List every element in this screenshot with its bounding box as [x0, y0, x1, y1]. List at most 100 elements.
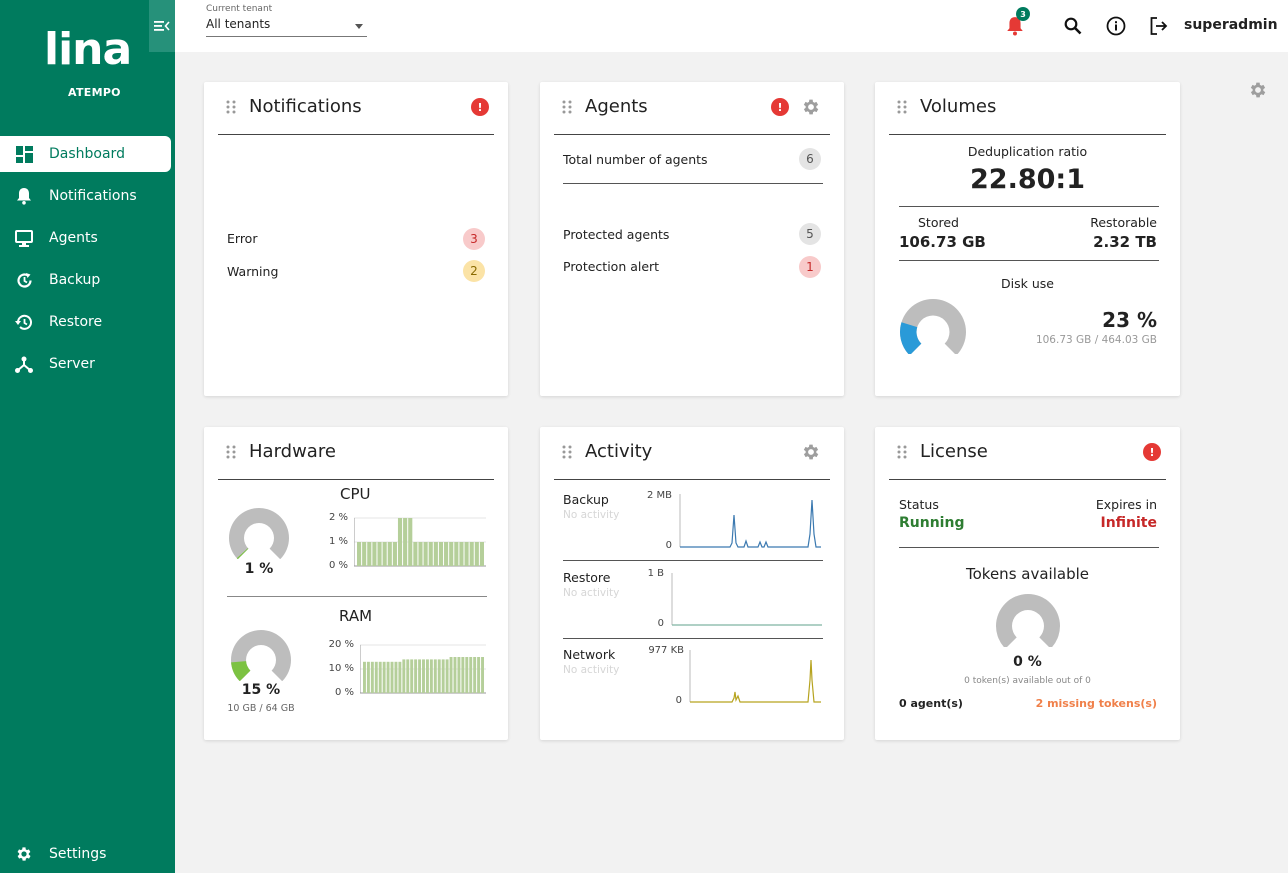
expires-value: Infinite	[1100, 515, 1157, 531]
search-button[interactable]	[1061, 14, 1085, 38]
gear-icon[interactable]	[801, 97, 821, 117]
warning-label[interactable]: Warning	[227, 264, 278, 279]
drag-handle-icon[interactable]	[562, 100, 572, 114]
divider	[899, 260, 1159, 261]
disk-use-detail: 106.73 GB / 464.03 GB	[1035, 334, 1157, 346]
restorable-label: Restorable	[1090, 215, 1157, 230]
gauge-fill	[231, 661, 251, 681]
chart-bar	[413, 542, 418, 566]
logout-button[interactable]	[1147, 14, 1171, 38]
disk-use-percent: 23 %	[1102, 308, 1157, 332]
status-label: Status	[899, 497, 939, 512]
dashboard-settings-button[interactable]	[1248, 80, 1268, 104]
chart-bar	[394, 661, 398, 693]
gauge-track	[996, 593, 1060, 647]
sidebar-item-label: Settings	[49, 846, 107, 862]
backup-icon	[15, 271, 33, 289]
chart-bar	[444, 542, 449, 566]
tenant-selector[interactable]: Current tenant All tenants	[206, 4, 367, 37]
sidebar-item-notifications[interactable]: Notifications	[0, 178, 175, 214]
ram-axis-label: 10 %	[328, 663, 354, 674]
stored-value: 106.73 GB	[899, 233, 986, 251]
sidebar-item-dashboard[interactable]: Dashboard	[0, 136, 171, 172]
sidebar-item-label: Backup	[49, 272, 101, 288]
divider	[899, 547, 1159, 548]
sidebar-item-restore[interactable]: Restore	[0, 304, 175, 340]
chart-bar	[377, 542, 382, 566]
cpu-title: CPU	[340, 485, 371, 503]
chart-bar	[469, 542, 474, 566]
chart-bar	[397, 518, 403, 566]
card-title: Activity	[585, 441, 653, 462]
chart-bar	[410, 659, 414, 693]
missing-tokens[interactable]: 2 missing tokens(s)	[1036, 697, 1157, 710]
sidebar-item-label: Server	[49, 356, 95, 372]
notification-badge: 3	[1016, 7, 1030, 21]
tenant-label: Current tenant	[206, 4, 273, 14]
drag-handle-icon[interactable]	[897, 100, 907, 114]
chart-bar	[370, 661, 374, 693]
card-header: Volumes	[889, 82, 1166, 135]
drag-handle-icon[interactable]	[226, 100, 236, 114]
chart-bar	[367, 542, 372, 566]
divider	[899, 206, 1159, 207]
card-title: Volumes	[920, 96, 997, 117]
warning-count-badge: 2	[463, 260, 485, 282]
sidebar-item-settings[interactable]: Settings	[0, 836, 106, 872]
gauge-track	[229, 508, 289, 559]
gear-icon	[15, 845, 33, 863]
sidebar-item-server[interactable]: Server	[0, 346, 175, 382]
bell-icon	[15, 187, 33, 205]
sidebar-item-backup[interactable]: Backup	[0, 262, 175, 298]
total-agents-label[interactable]: Total number of agents	[563, 152, 708, 167]
card-header: License !	[889, 427, 1166, 480]
chart-bar	[363, 661, 366, 693]
drag-handle-icon[interactable]	[226, 445, 236, 459]
logout-icon	[1150, 17, 1168, 35]
drag-handle-icon[interactable]	[897, 445, 907, 459]
chart-bar	[402, 659, 406, 693]
tenant-value: All tenants	[206, 17, 271, 31]
chart-bar	[372, 542, 377, 566]
card-title: License	[920, 441, 988, 462]
username[interactable]: superadmin	[1184, 17, 1278, 33]
drag-handle-icon[interactable]	[562, 445, 572, 459]
restore-chart	[671, 573, 822, 626]
chart-bar	[479, 542, 484, 566]
notifications-button[interactable]: 3	[1003, 7, 1030, 38]
chart-bar	[414, 659, 418, 693]
error-count-badge: 3	[463, 228, 485, 250]
protected-agents-label[interactable]: Protected agents	[563, 227, 669, 242]
protection-alert-label[interactable]: Protection alert	[563, 259, 659, 274]
chart-bar	[418, 659, 422, 693]
collapse-sidebar-button[interactable]	[149, 0, 175, 52]
chart-bar	[433, 542, 438, 566]
volumes-card: Volumes Deduplication ratio 22.80:1 Stor…	[875, 82, 1180, 396]
disk-use-label: Disk use	[1001, 276, 1054, 291]
sidebar-nav: Dashboard Notifications Agents Backup Re…	[0, 136, 175, 388]
network-axis-max: 977 KB	[648, 645, 684, 656]
collapse-menu-icon	[154, 21, 170, 31]
chart-bar	[374, 661, 378, 693]
tenant-dropdown[interactable]: All tenants	[206, 17, 367, 37]
chart-bar	[392, 542, 397, 566]
chart-bar	[387, 542, 392, 566]
info-button[interactable]	[1104, 14, 1128, 38]
ram-detail: 10 GB / 64 GB	[227, 703, 295, 714]
chart-bar	[390, 661, 394, 693]
gear-icon[interactable]	[801, 442, 821, 462]
chart-bar	[474, 542, 479, 566]
chart-bar	[438, 542, 444, 566]
card-title: Agents	[585, 96, 648, 117]
card-title: Notifications	[249, 96, 362, 117]
chart-bar	[362, 542, 367, 566]
error-label[interactable]: Error	[227, 231, 257, 246]
caret-down-icon	[355, 24, 363, 29]
topbar: Current tenant All tenants 3 superadmin	[175, 0, 1288, 52]
alert-icon: !	[771, 98, 789, 116]
chart-bar	[465, 657, 469, 693]
card-header: Notifications !	[218, 82, 494, 135]
sidebar-item-agents[interactable]: Agents	[0, 220, 175, 256]
status-value: Running	[899, 515, 965, 531]
divider	[563, 183, 823, 184]
